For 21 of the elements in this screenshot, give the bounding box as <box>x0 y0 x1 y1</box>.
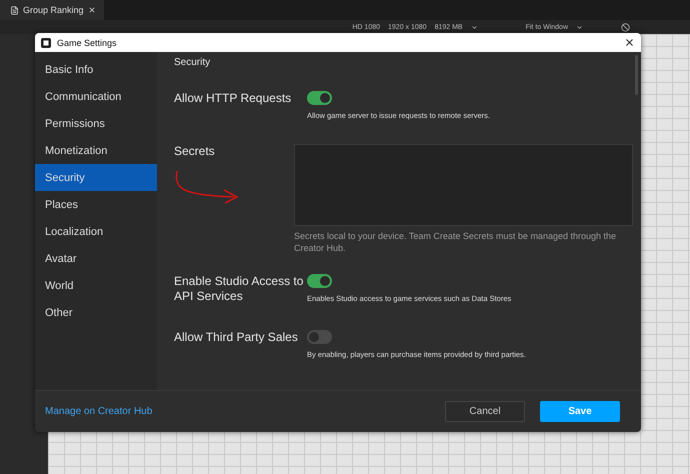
sidebar-item[interactable]: Avatar <box>35 245 157 272</box>
setting-label: Allow HTTP Requests <box>174 91 292 107</box>
sidebar-item[interactable]: Monetization <box>35 137 157 164</box>
dialog-title: Game Settings <box>57 38 118 48</box>
sidebar-item[interactable]: Other <box>35 299 157 326</box>
cancel-button[interactable]: Cancel <box>445 401 525 422</box>
sidebar-item[interactable]: Basic Info <box>35 56 157 83</box>
creator-hub-link[interactable]: Manage on Creator Hub <box>45 406 430 417</box>
section-title: Security <box>174 57 210 70</box>
setting-label: Secrets <box>174 144 216 159</box>
sidebar-item[interactable]: Localization <box>35 218 157 245</box>
help-text: Secrets local to your device. Team Create Secrets must be managed through the Creator Hub. <box>294 230 618 254</box>
sidebar-item[interactable]: Permissions <box>35 110 157 137</box>
sidebar-item[interactable]: Communication <box>35 83 157 110</box>
sidebar-item[interactable]: Security <box>35 164 157 191</box>
sidebar-item[interactable]: World <box>35 272 157 299</box>
setting-label: Enable Studio Access to API Services <box>174 274 304 304</box>
tab-title: Group Ranking <box>23 5 84 15</box>
setting-label: Allow Third Party Sales <box>174 330 299 346</box>
document-tab[interactable]: Group Ranking <box>0 0 104 20</box>
sidebar-item[interactable]: Places <box>35 191 157 218</box>
